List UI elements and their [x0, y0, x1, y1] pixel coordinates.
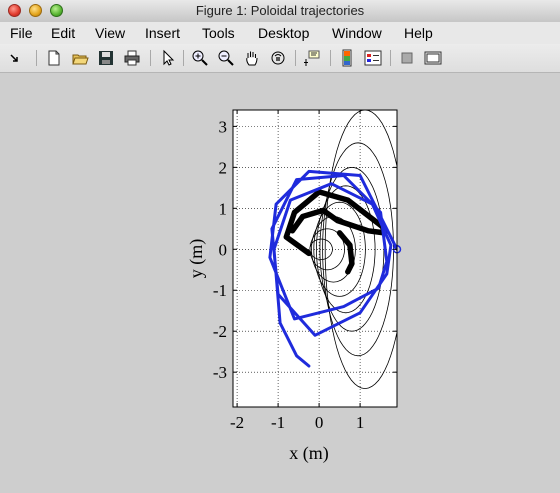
menu-view[interactable]: View	[95, 25, 125, 41]
rotate-3d-icon[interactable]	[269, 49, 287, 67]
show-plot-tools-icon[interactable]	[424, 49, 442, 67]
window-title: Figure 1: Poloidal trajectories	[195, 3, 365, 18]
print-icon[interactable]	[123, 49, 141, 67]
rotate-arrow-icon[interactable]	[6, 49, 24, 67]
menu-insert[interactable]: Insert	[145, 25, 180, 41]
y-tick-label: -3	[213, 363, 227, 382]
y-tick-label: 0	[219, 240, 228, 259]
figure-canvas: -2 -1 0 1 -3 -2 -1 0 1 2 3 x (m) y (m)	[186, 109, 405, 464]
x-tick-label: -1	[271, 413, 285, 432]
y-tick-label: 3	[219, 117, 228, 136]
open-file-icon[interactable]	[71, 49, 89, 67]
x-tick-label: -2	[230, 413, 244, 432]
title-bar: Figure 1: Poloidal trajectories	[0, 0, 560, 23]
hide-plot-tools-icon[interactable]	[398, 49, 416, 67]
x-tick-label: 0	[315, 413, 324, 432]
edit-plot-pointer-icon[interactable]	[159, 49, 177, 67]
menu-desktop[interactable]: Desktop	[258, 25, 309, 41]
y-tick-label: -1	[213, 281, 227, 300]
data-cursor-icon[interactable]	[303, 49, 321, 67]
y-tick-label: 2	[219, 158, 228, 177]
pan-hand-icon[interactable]	[243, 49, 261, 67]
y-tick-label: -2	[213, 322, 227, 341]
menu-help[interactable]: Help	[404, 25, 433, 41]
menu-edit[interactable]: Edit	[51, 25, 75, 41]
x-tick-label: 1	[356, 413, 365, 432]
y-axis-label: y (m)	[186, 239, 207, 279]
menu-bar: File Edit View Insert Tools Desktop Wind…	[0, 22, 560, 44]
plot-axes[interactable]: -2 -1 0 1 -3 -2 -1 0 1 2 3 x (m) y (m)	[186, 109, 405, 464]
legend-icon[interactable]	[364, 49, 382, 67]
x-axis-label: x (m)	[289, 443, 329, 464]
menu-window[interactable]: Window	[332, 25, 382, 41]
menu-tools[interactable]: Tools	[202, 25, 235, 41]
zoom-out-icon[interactable]	[217, 49, 235, 67]
zoom-in-icon[interactable]	[191, 49, 209, 67]
colorbar-icon[interactable]	[338, 49, 356, 67]
axes-background	[233, 110, 397, 407]
menu-file[interactable]: File	[10, 25, 33, 41]
y-tick-label: 1	[219, 199, 228, 218]
new-figure-icon[interactable]	[45, 49, 63, 67]
save-icon[interactable]	[97, 49, 115, 67]
toolbar	[0, 44, 560, 73]
